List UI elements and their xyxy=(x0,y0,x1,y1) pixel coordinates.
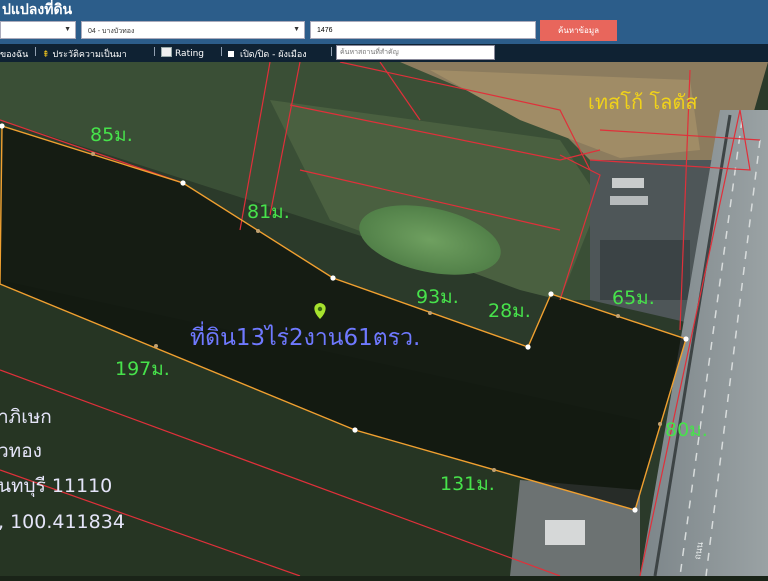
page-title: ปแปลงที่ดิน xyxy=(2,2,73,18)
toolbar-item-mine[interactable]: ของฉัน xyxy=(0,47,28,61)
separator: | xyxy=(34,47,38,57)
edge-length-label: 131ม. xyxy=(440,473,495,495)
chevron-down-icon: ▼ xyxy=(64,26,71,33)
edge-length-label: 85ม. xyxy=(90,124,133,146)
edge-length-label: 65ม. xyxy=(612,287,655,309)
chevron-down-icon: ▼ xyxy=(293,26,300,33)
roof xyxy=(612,178,644,188)
toolbar-item-label: เปิด/ปิด - ผังเมือง xyxy=(240,50,307,60)
separator: | xyxy=(330,47,334,57)
district-select[interactable]: ▼ xyxy=(0,21,76,39)
checkbox-icon[interactable] xyxy=(228,51,234,57)
chart-icon xyxy=(161,47,172,57)
edge-length-label: 80ม. xyxy=(665,419,708,441)
edge-length-label: 81ม. xyxy=(247,201,290,223)
roof xyxy=(610,196,648,205)
map-view[interactable]: 85ม. 81ม. 93ม. 28ม. 65ม. 80ม. 131ม. 197ม… xyxy=(0,61,768,577)
edge-length-label: 197ม. xyxy=(115,358,170,380)
subdistrict-select[interactable]: 04 - บางบัวทอง ▼ xyxy=(81,21,305,39)
toolbar-item-label: ประวัติความเป็นมา xyxy=(52,50,127,60)
parcel-area-label: ที่ดิน13ไร่2งาน61ตรว. xyxy=(190,321,420,351)
history-icon: ⇞ xyxy=(42,50,50,60)
toolbar-item-zoning[interactable]: เปิด/ปิด - ผังเมือง xyxy=(228,47,307,61)
search-button[interactable]: ค้นหาข้อมูล xyxy=(540,20,617,41)
landmark-label: เทสโก้ โลตัส xyxy=(588,90,698,114)
toolbar-item-label: Rating xyxy=(175,49,205,59)
edge-length-label: 93ม. xyxy=(416,286,459,308)
address-line: , 100.411834 xyxy=(0,511,125,533)
satellite-map[interactable]: 85ม. 81ม. 93ม. 28ม. 65ม. 80ม. 131ม. 197ม… xyxy=(0,61,768,577)
parcel-number-input[interactable] xyxy=(310,21,536,39)
address-line: าภิเษก xyxy=(0,406,52,428)
subdistrict-select-value: 04 - บางบัวทอง xyxy=(88,28,135,35)
separator: | xyxy=(153,47,157,57)
top-header: ปแปลงที่ดิน ▼ 04 - บางบัวทอง ▼ ค้นหาข้อม… xyxy=(0,0,768,44)
toolbar-item-history[interactable]: ⇞ ประวัติความเป็นมา xyxy=(42,47,127,61)
roof xyxy=(545,520,585,545)
address-line: นทบุรี 11110 xyxy=(0,475,112,498)
place-search-input[interactable] xyxy=(336,45,495,60)
separator: | xyxy=(220,47,224,57)
address-line: วทอง xyxy=(0,440,42,462)
toolbar-item-rating[interactable]: Rating xyxy=(161,47,204,59)
toolbar-item-label: ของฉัน xyxy=(0,50,29,60)
edge-length-label: 28ม. xyxy=(488,300,531,322)
